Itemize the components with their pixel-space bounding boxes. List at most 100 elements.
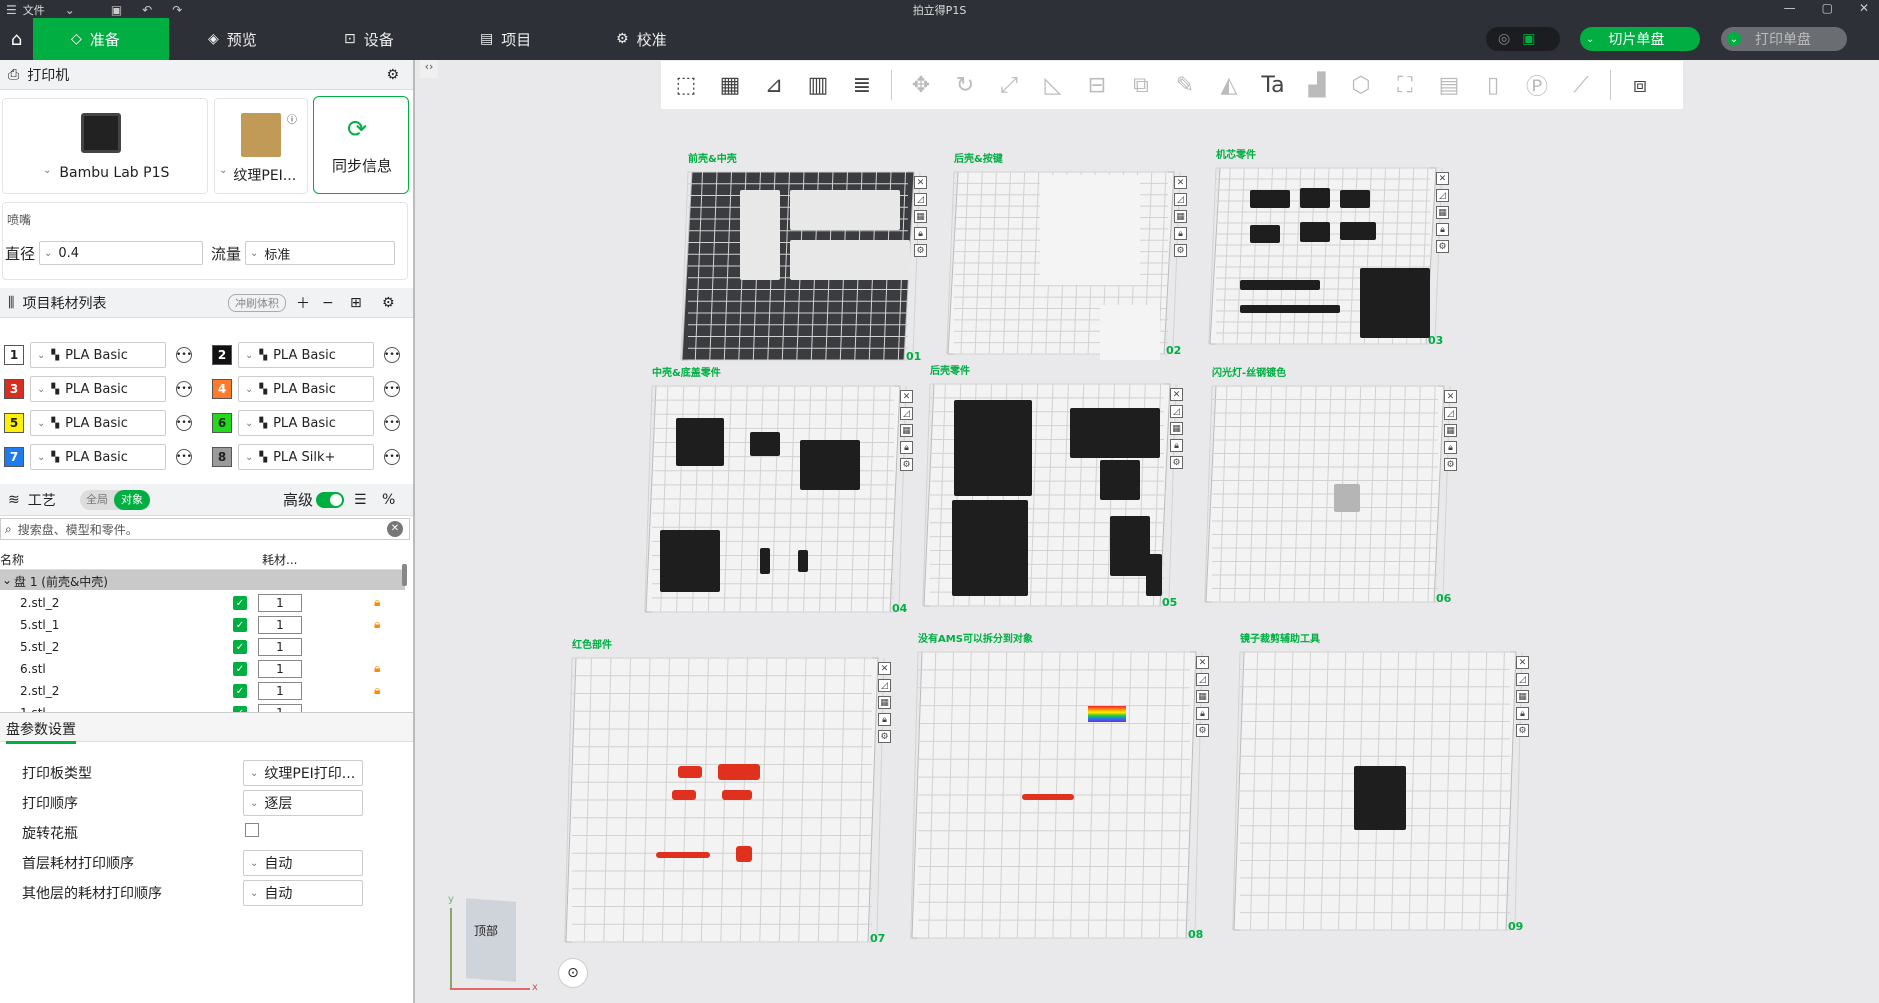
- plate-icon[interactable]: ▣: [1522, 31, 1535, 47]
- lock-plate-icon[interactable]: 🔒︎: [1444, 441, 1457, 454]
- filament-color-swatch[interactable]: 5: [4, 413, 24, 433]
- model-object[interactable]: [952, 500, 1028, 596]
- purge-volume-button[interactable]: 冲刷体积: [228, 294, 286, 312]
- settings-icon[interactable]: ⚙: [382, 295, 395, 311]
- close-plate-icon[interactable]: ✕: [1516, 656, 1529, 669]
- variable-height-icon[interactable]: ▯: [1474, 66, 1512, 104]
- slice-button[interactable]: ⌄ 切片单盘: [1580, 27, 1700, 51]
- add-object-icon[interactable]: ⬚: [667, 66, 705, 104]
- layers-icon[interactable]: ▤: [1430, 66, 1468, 104]
- camera-reset-icon[interactable]: ⊙: [558, 958, 588, 988]
- plate-name[interactable]: 红色部件: [572, 636, 612, 651]
- model-object[interactable]: [1040, 175, 1140, 285]
- orient-plate-icon[interactable]: ◿: [1174, 193, 1187, 206]
- split-icon[interactable]: ≣: [843, 66, 881, 104]
- rainbow-part[interactable]: [1088, 706, 1126, 722]
- collapse-panel-icon[interactable]: ‹›: [420, 60, 438, 78]
- maximize-icon[interactable]: ▢: [1822, 1, 1833, 15]
- model-object[interactable]: [1240, 305, 1340, 313]
- close-plate-icon[interactable]: ✕: [1436, 172, 1449, 185]
- model-object[interactable]: [1100, 305, 1160, 360]
- arrange-plate-icon[interactable]: ▦: [1444, 424, 1457, 437]
- plate-settings-icon[interactable]: ⚙: [878, 730, 891, 743]
- ruler-icon[interactable]: ⟋: [1562, 66, 1600, 104]
- orient-plate-icon[interactable]: ◿: [1516, 673, 1529, 686]
- plate-settings-icon[interactable]: ⚙: [1196, 724, 1209, 737]
- scrollbar[interactable]: [402, 564, 407, 586]
- model-object[interactable]: [740, 190, 780, 280]
- plate-settings-tab[interactable]: 盘参数设置: [6, 719, 76, 744]
- filament-select[interactable]: ⌄ ▚ PLA Basic: [238, 342, 374, 368]
- lock-plate-icon[interactable]: 🔒︎: [900, 441, 913, 454]
- orient-plate-icon[interactable]: ◿: [1436, 189, 1449, 202]
- red-part[interactable]: [736, 846, 752, 862]
- param-select[interactable]: ⌄ 自动: [243, 850, 363, 876]
- lay-on-face-icon[interactable]: ◺: [1034, 66, 1072, 104]
- orient-plate-icon[interactable]: ◿: [900, 407, 913, 420]
- close-plate-icon[interactable]: ✕: [914, 176, 927, 189]
- red-part[interactable]: [1022, 794, 1074, 800]
- list-icon[interactable]: ☰: [354, 492, 367, 508]
- model-object[interactable]: [1070, 408, 1160, 458]
- model-object[interactable]: [676, 418, 724, 466]
- view-toggle[interactable]: ◎ ▣: [1486, 27, 1560, 51]
- red-part[interactable]: [722, 790, 752, 800]
- lock-plate-icon[interactable]: 🔒︎: [1170, 439, 1183, 452]
- filament-select[interactable]: ⌄ ▚ PLA Basic: [30, 410, 166, 436]
- global-object-toggle[interactable]: 全局 对象: [80, 490, 150, 510]
- plate-p-icon[interactable]: Ⓟ: [1518, 66, 1556, 104]
- boolean-icon[interactable]: ⧉: [1122, 66, 1160, 104]
- chevron-down-icon[interactable]: ⌄: [2, 573, 12, 587]
- flow-select[interactable]: ⌄ 标准: [245, 241, 395, 265]
- filament-select[interactable]: ⌄ ▚ PLA Basic: [30, 342, 166, 368]
- plate-name[interactable]: 没有AMS可以拆分到对象: [918, 630, 1033, 645]
- advanced-toggle[interactable]: [316, 492, 344, 508]
- search-bar[interactable]: ⌕ 搜索盘、模型和零件。 ✕: [0, 518, 410, 540]
- arrange-plate-icon[interactable]: ▦: [914, 210, 927, 223]
- model-object[interactable]: [790, 190, 900, 230]
- param-select[interactable]: ⌄ 逐层: [243, 790, 363, 816]
- filament-color-swatch[interactable]: 6: [212, 413, 232, 433]
- arrange-plate-icon[interactable]: ▦: [1196, 690, 1209, 703]
- model-object[interactable]: [1334, 484, 1360, 512]
- close-plate-icon[interactable]: ✕: [878, 662, 891, 675]
- remove-icon[interactable]: −: [322, 295, 334, 311]
- model-object[interactable]: [1340, 222, 1376, 240]
- model-object[interactable]: [954, 400, 1032, 496]
- print-button[interactable]: ⌄ 打印单盘: [1721, 27, 1847, 51]
- orient-plate-icon[interactable]: ◿: [878, 679, 891, 692]
- object-row[interactable]: 5.stl_1 ✓ 1 🔒︎: [0, 614, 405, 636]
- chevron-down-icon[interactable]: ⌄: [1727, 32, 1741, 46]
- plate-name[interactable]: 后壳零件: [930, 362, 970, 377]
- support-paint-icon[interactable]: ✎: [1166, 66, 1204, 104]
- rotate-icon[interactable]: ↻: [946, 66, 984, 104]
- model-object[interactable]: [1110, 516, 1150, 576]
- build-plate[interactable]: 红色部件 07 ✕ ◿ ▦ 🔒︎ ⚙: [560, 640, 896, 956]
- model-object[interactable]: [1250, 225, 1280, 243]
- object-row[interactable]: 6.stl ✓ 1 🔒︎: [0, 658, 405, 680]
- model-object[interactable]: [1340, 190, 1370, 208]
- red-part[interactable]: [678, 766, 702, 778]
- more-icon[interactable]: •••: [176, 347, 192, 363]
- filament-select[interactable]: ⌄ ▚ PLA Basic: [238, 410, 374, 436]
- plate-settings-icon[interactable]: ⚙: [1174, 244, 1187, 257]
- arrange-plate-icon[interactable]: ▦: [900, 424, 913, 437]
- info-icon[interactable]: ⓘ: [287, 111, 297, 126]
- filament-select[interactable]: ⌄ ▚ PLA Basic: [30, 376, 166, 402]
- lock-plate-icon[interactable]: 🔒︎: [1436, 223, 1449, 236]
- model-object[interactable]: [798, 550, 808, 572]
- object-quantity[interactable]: 1: [258, 594, 302, 612]
- percent-icon[interactable]: %: [382, 492, 395, 508]
- home-icon[interactable]: ⌂: [0, 18, 33, 60]
- object-checkbox[interactable]: ✓: [233, 640, 247, 654]
- object-quantity[interactable]: 1: [258, 660, 302, 678]
- arrange-plate-icon[interactable]: ▦: [878, 696, 891, 709]
- model-object[interactable]: [1146, 554, 1162, 596]
- more-icon[interactable]: •••: [384, 415, 400, 431]
- close-icon[interactable]: ✕: [1859, 1, 1869, 15]
- lock-plate-icon[interactable]: 🔒︎: [1516, 707, 1529, 720]
- lock-plate-icon[interactable]: 🔒︎: [914, 227, 927, 240]
- more-icon[interactable]: •••: [384, 449, 400, 465]
- orient-plate-icon[interactable]: ◿: [914, 193, 927, 206]
- lock-icon[interactable]: 🔒︎: [374, 595, 380, 610]
